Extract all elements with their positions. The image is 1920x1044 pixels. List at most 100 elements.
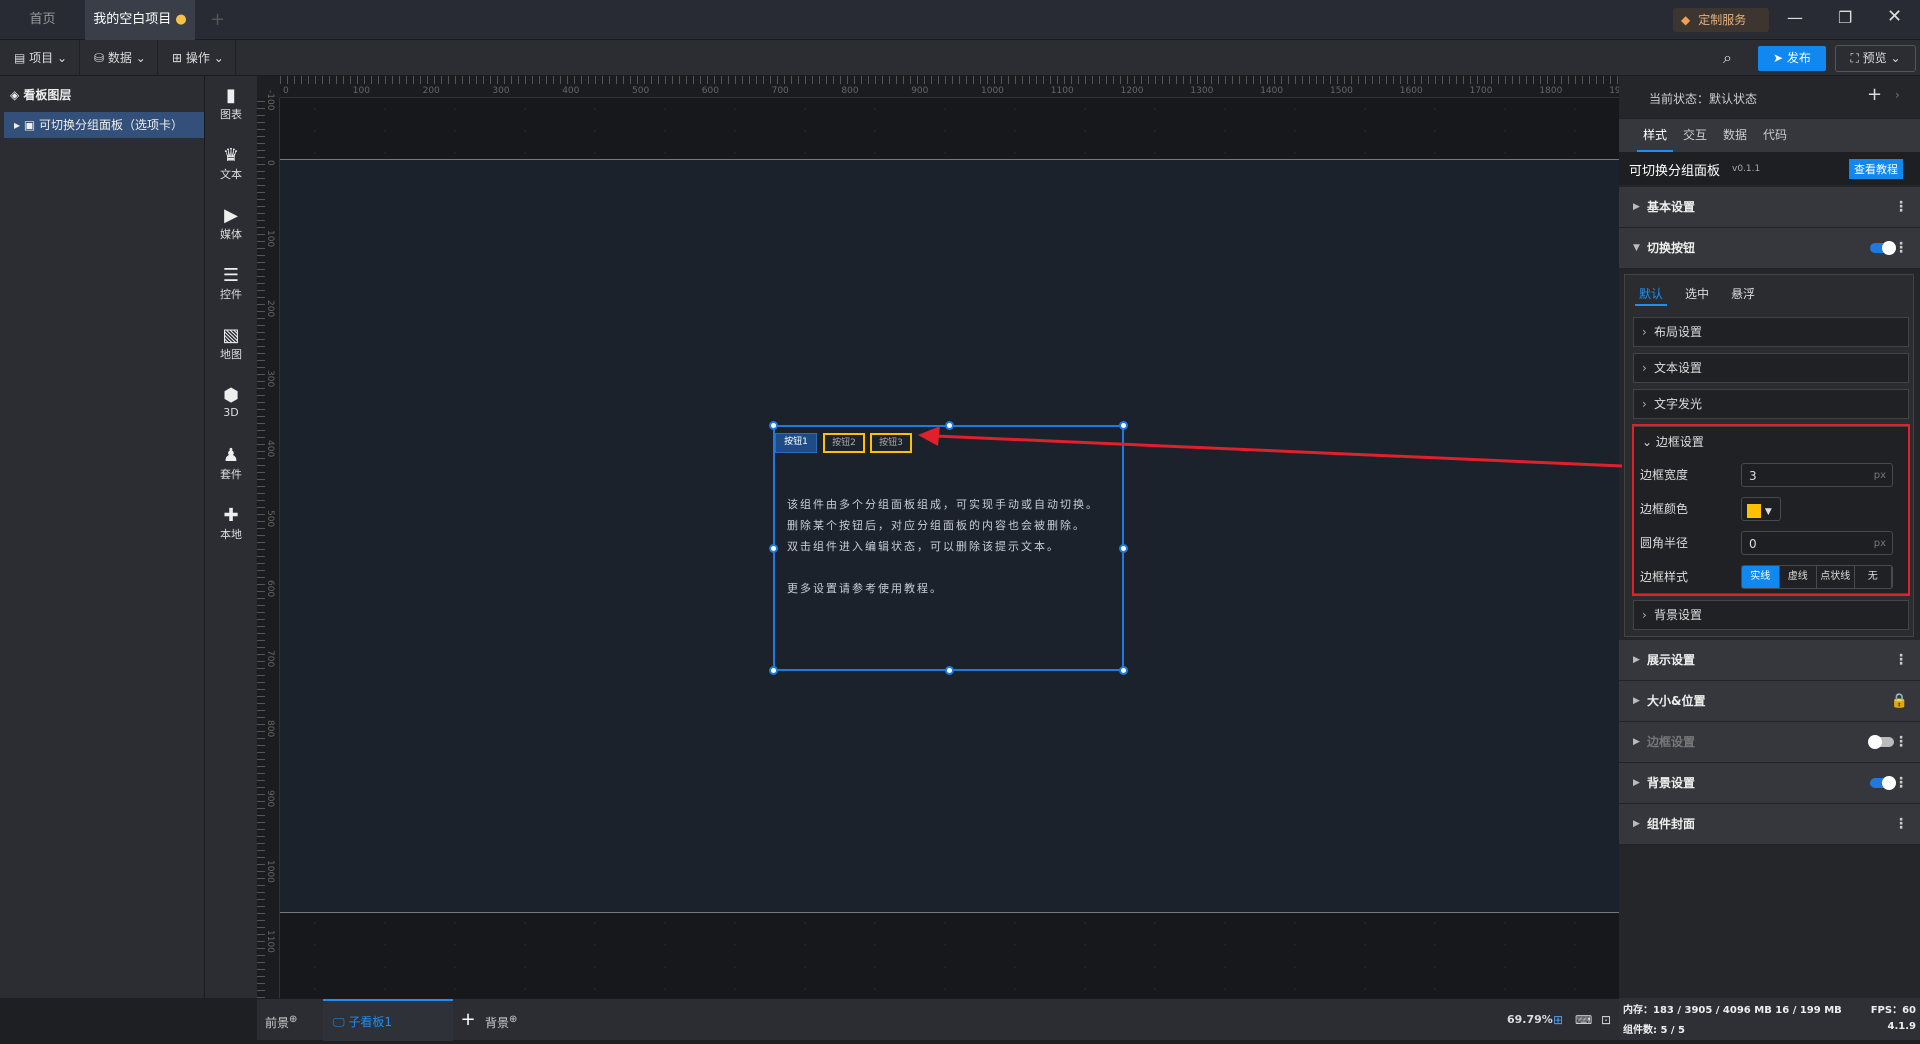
border-style-option[interactable]: 实线 bbox=[1742, 566, 1780, 588]
border-width-input[interactable]: 3 px bbox=[1741, 463, 1893, 487]
layers-panel: ◈ 看板图层 ▸ ▣ 可切换分组面板（选项卡） bbox=[0, 76, 205, 998]
panel-tab-1[interactable]: 交互 bbox=[1677, 119, 1713, 152]
tab-bar: 首页 我的空白项目 ● + ◆ 定制服务 — ❐ ✕ bbox=[0, 0, 1920, 40]
border-style-option[interactable]: 虚线 bbox=[1780, 566, 1817, 588]
toggle[interactable] bbox=[1870, 776, 1896, 790]
subtab-1[interactable]: 选中 bbox=[1681, 283, 1713, 306]
section-2[interactable]: ▶ 边框设置 ⋮ bbox=[1619, 722, 1920, 763]
border-style-row: 边框样式 实线 虚线 点状线无 bbox=[1640, 565, 1900, 589]
keyboard-icon[interactable]: ⌨ bbox=[1575, 999, 1592, 1041]
lock-icon[interactable]: 🔒 bbox=[1891, 681, 1908, 722]
properties-panel: 当前状态：默认状态 + › 样式 交互 数据 代码 可切换分组面板 v0.1.1 查看… bbox=[1619, 76, 1920, 998]
tab-panel-component[interactable]: 按钮1 按钮2 按钮3 该组件由多个分组面板组成，可实现手动或自动切换。 删除某个… bbox=[769, 421, 1128, 675]
library-2[interactable]: ▶ 媒体 bbox=[205, 206, 257, 242]
caret-right-icon: ▶ bbox=[1633, 778, 1640, 788]
more-icon[interactable]: ⋮ bbox=[1894, 722, 1908, 763]
border-settings: ⌄ 边框设置 边框宽度 3 px 边框颜色 ▼ 圆角半径 0 px 边框样式 实线 虚线 点状… bbox=[1633, 426, 1909, 594]
minimize-icon[interactable]: — bbox=[1787, 8, 1803, 27]
publish-button[interactable]: ➤ 发布 bbox=[1758, 46, 1826, 71]
text-settings[interactable]: › 文本设置 bbox=[1633, 353, 1909, 383]
tab-button-3[interactable]: 按钮3 bbox=[870, 433, 912, 453]
border-color-picker[interactable]: ▼ bbox=[1741, 497, 1781, 521]
layer-item[interactable]: ▸ ▣ 可切换分组面板（选项卡） bbox=[4, 112, 204, 138]
resize-handle[interactable] bbox=[769, 421, 778, 430]
library-7[interactable]: ✚ 本地 bbox=[205, 506, 257, 542]
custom-service-button[interactable]: ◆ 定制服务 bbox=[1673, 8, 1769, 32]
operate-menu[interactable]: ⊞ 操作 ⌄ bbox=[158, 40, 236, 76]
hint-text: 该组件由多个分组面板组成，可实现手动或自动切换。 删除某个按钮后，对应分组面板的内… bbox=[787, 498, 1099, 595]
fit-screen-icon[interactable]: ⊞ bbox=[1553, 999, 1563, 1041]
data-menu[interactable]: ⛁ 数据 ⌄ bbox=[80, 40, 158, 76]
subtab-2[interactable]: 悬浮 bbox=[1727, 283, 1759, 306]
add-state-button[interactable]: + bbox=[1867, 84, 1882, 105]
ruler-tick-label: 1800 bbox=[1539, 86, 1563, 96]
section-switch-button[interactable]: ▼ 切换按钮 ⋮ bbox=[1619, 228, 1920, 269]
background-settings[interactable]: › 背景设置 bbox=[1633, 600, 1909, 630]
terminal-icon[interactable]: ⊡ bbox=[1601, 999, 1611, 1041]
add-tab-button[interactable]: + bbox=[205, 0, 230, 40]
more-icon[interactable]: ⋮ bbox=[1894, 640, 1908, 681]
section-basic[interactable]: ▶ 基本设置 ⋮ bbox=[1619, 187, 1920, 228]
ruler-left[interactable]: -100 0 100 200 300 400 500 600 700 800 900 1000 1100 bbox=[257, 90, 280, 998]
sub-board-tab[interactable]: 🖵 子看板1 bbox=[323, 999, 453, 1041]
library-4[interactable]: ▧ 地图 bbox=[205, 326, 257, 362]
ruler-tick-label: 1700 bbox=[1469, 86, 1493, 96]
ruler-tick-label: 300 bbox=[265, 370, 275, 388]
library-1[interactable]: ♛ 文本 bbox=[205, 146, 257, 182]
fps: FPS：60 bbox=[1870, 1005, 1916, 1016]
library-3[interactable]: ☰ 控件 bbox=[205, 266, 257, 302]
tab-button-1[interactable]: 按钮1 bbox=[775, 433, 817, 453]
subtab-0[interactable]: 默认 bbox=[1635, 283, 1668, 306]
tab-home[interactable]: 首页 bbox=[0, 0, 85, 40]
component-version: v0.1.1 bbox=[1732, 164, 1761, 174]
more-icon[interactable]: ⋮ bbox=[1894, 804, 1908, 845]
toolbar: ▤ 项目 ⌄ ⛁ 数据 ⌄ ⊞ 操作 ⌄ ⌕ ➤ 发布 ⛶ 预览 ⌄ bbox=[0, 40, 1920, 76]
border-style-option[interactable]: 无 bbox=[1855, 566, 1892, 588]
section-0[interactable]: ▶ 展示设置 ⋮ bbox=[1619, 640, 1920, 681]
zoom-level[interactable]: 69.79% bbox=[1507, 999, 1553, 1041]
library-0[interactable]: ▮ 图表 bbox=[205, 86, 257, 122]
project-menu[interactable]: ▤ 项目 ⌄ bbox=[0, 40, 80, 76]
library-icon: ✚ bbox=[223, 505, 239, 526]
tutorial-button[interactable]: 查看教程 bbox=[1849, 159, 1903, 179]
library-6[interactable]: ♟ 套件 bbox=[205, 446, 257, 482]
restore-icon[interactable]: ❐ bbox=[1838, 8, 1852, 27]
add-board-button[interactable]: + bbox=[453, 999, 483, 1041]
panel-tab-3[interactable]: 代码 bbox=[1757, 119, 1793, 152]
toggle[interactable] bbox=[1870, 241, 1896, 255]
tab-project[interactable]: 我的空白项目 ● bbox=[85, 0, 195, 40]
library-icon: ▧ bbox=[222, 325, 240, 346]
background-tab[interactable]: 背景⊕ bbox=[485, 999, 545, 1041]
text-glow-settings[interactable]: › 文字发光 bbox=[1633, 389, 1909, 419]
library-label: 图表 bbox=[220, 108, 242, 121]
chevron-right-icon[interactable]: › bbox=[1895, 88, 1900, 102]
resize-handle[interactable] bbox=[769, 544, 778, 553]
resize-handle[interactable] bbox=[769, 666, 778, 675]
border-radius-input[interactable]: 0 px bbox=[1741, 531, 1893, 555]
resize-handle[interactable] bbox=[1119, 544, 1128, 553]
resize-handle[interactable] bbox=[1119, 666, 1128, 675]
toggle[interactable] bbox=[1868, 735, 1894, 749]
ruler-top[interactable]: 0 100 200 300 400 500 600 700 800 900 1000 1100 1200… bbox=[280, 76, 1632, 98]
section-label: 展示设置 bbox=[1647, 653, 1696, 667]
preview-button[interactable]: ⛶ 预览 ⌄ bbox=[1835, 45, 1916, 72]
caret-right-icon: ▶ bbox=[1633, 737, 1640, 747]
foreground-tab[interactable]: 前景⊕ bbox=[265, 999, 323, 1041]
close-icon[interactable]: ✕ bbox=[1887, 6, 1902, 27]
section-4[interactable]: ▶ 组件封面 ⋮ bbox=[1619, 804, 1920, 845]
tab-button-2[interactable]: 按钮2 bbox=[823, 433, 865, 453]
border-style-option[interactable]: 点状线 bbox=[1817, 566, 1855, 588]
section-1[interactable]: ▶ 大小&位置 🔒 bbox=[1619, 681, 1920, 722]
border-settings-header[interactable]: ⌄ 边框设置 bbox=[1642, 433, 1704, 450]
resize-handle[interactable] bbox=[1119, 421, 1128, 430]
resize-handle[interactable] bbox=[945, 666, 954, 675]
more-icon[interactable]: ⋮ bbox=[1894, 763, 1908, 804]
panel-tab-0[interactable]: 样式 bbox=[1637, 119, 1673, 152]
search-icon[interactable]: ⌕ bbox=[1723, 48, 1732, 68]
library-5[interactable]: ⬢ 3D bbox=[205, 386, 257, 420]
panel-tab-2[interactable]: 数据 bbox=[1717, 119, 1753, 152]
resize-handle[interactable] bbox=[945, 421, 954, 430]
ruler-tick-label: 200 bbox=[422, 86, 440, 96]
section-3[interactable]: ▶ 背景设置 ⋮ bbox=[1619, 763, 1920, 804]
layout-settings[interactable]: › 布局设置 bbox=[1633, 317, 1909, 347]
